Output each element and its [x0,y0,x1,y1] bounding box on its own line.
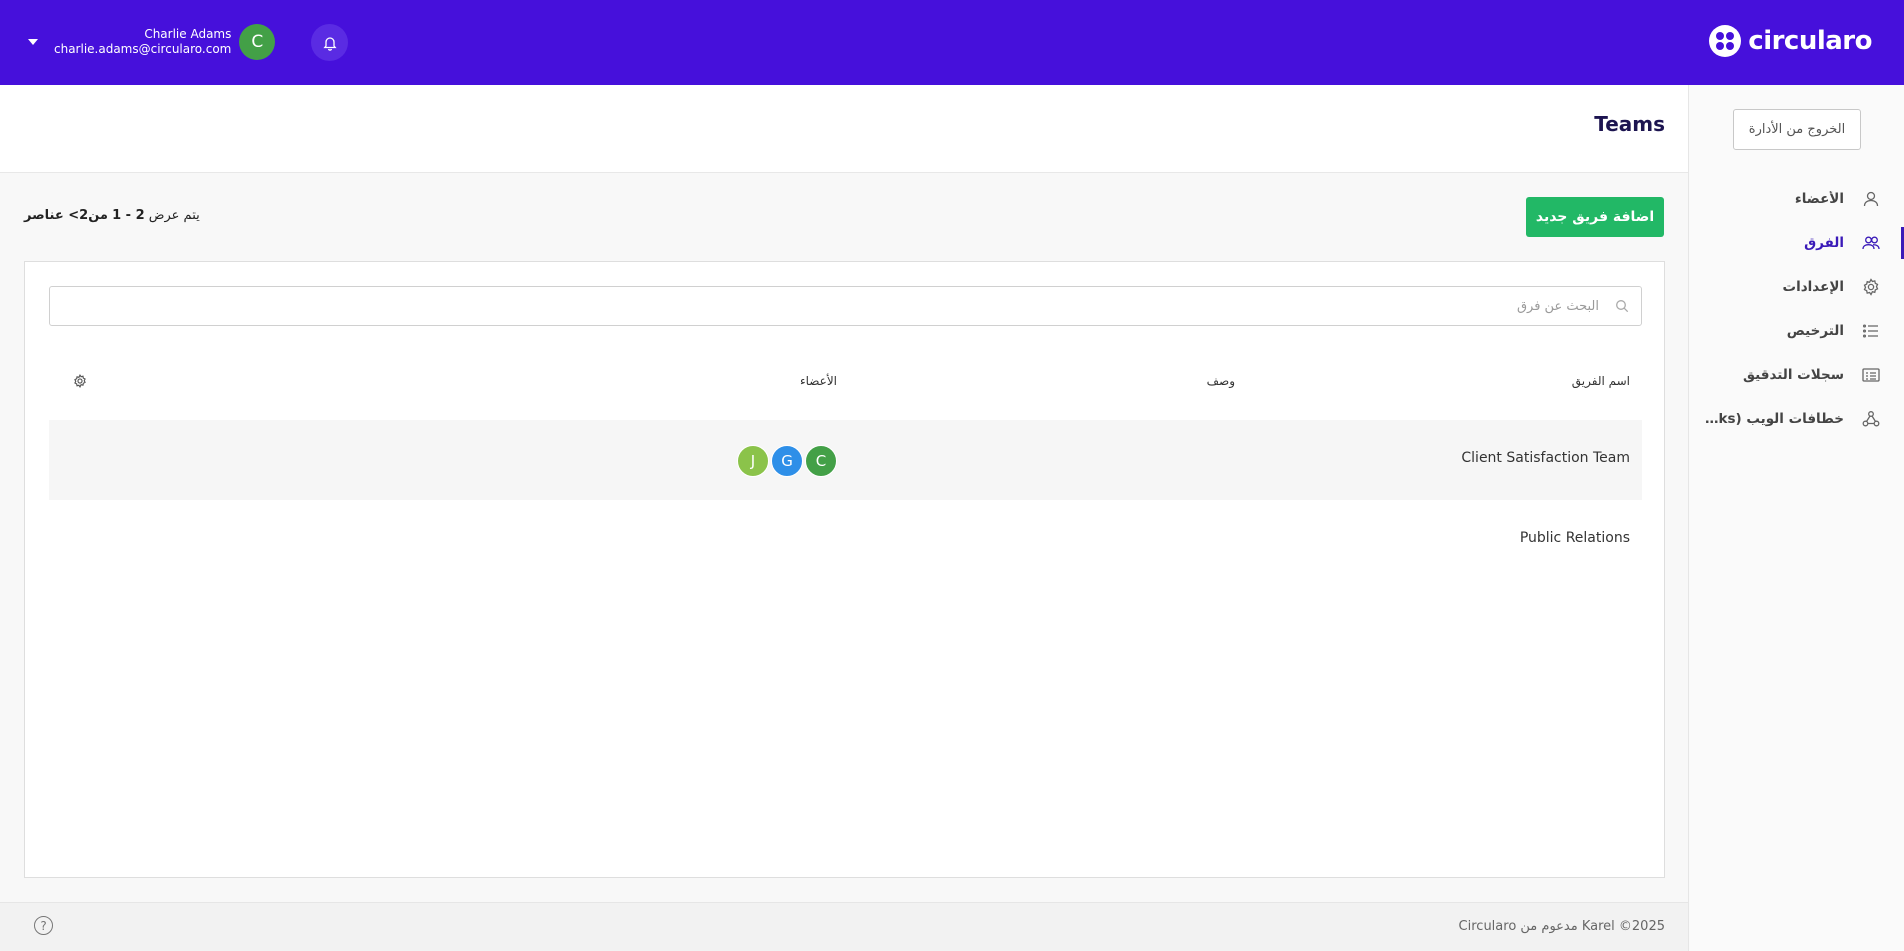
sidebar-item-label: الإعدادات [1782,279,1844,295]
count-of: من [88,208,108,223]
table-row[interactable]: Client Satisfaction Team C G J [49,420,1642,500]
webhook-icon [1862,411,1880,427]
search-input[interactable] [101,287,1601,325]
top-bar: circularo Charlie Adams charlie.adams@ci… [0,0,1904,85]
sidebar: الخروج من الأدارة الأعضاء الفرق الإعدادا… [1688,85,1904,951]
add-team-button[interactable]: اضافة فريق جديد [1526,197,1664,237]
search-icon [1616,300,1629,313]
footer-copyright: Circularo مدعوم من Karel ©2025 [1458,919,1665,934]
user-avatar[interactable]: C [239,24,276,60]
page-title: Teams [1594,112,1665,136]
sidebar-item-license[interactable]: الترخيص [1688,309,1904,353]
page-header: Teams [0,85,1688,173]
list-icon [1862,324,1878,338]
help-icon[interactable]: ? [34,916,53,935]
sidebar-item-audit-logs[interactable]: سجلات التدقيق [1688,353,1904,397]
sidebar-item-teams[interactable]: الفرق [1688,221,1904,265]
search-box[interactable] [49,286,1642,326]
count-total: 2 [79,208,89,223]
sidebar-item-settings[interactable]: الإعدادات [1688,265,1904,309]
column-header-description[interactable]: وصف [1207,374,1235,388]
users-icon [1862,236,1880,250]
table-header: اسم الفريق وصف الأعضاء [49,362,1642,402]
sidebar-item-label: خطافات الويب (Webhooks) [1704,411,1844,427]
log-icon [1862,368,1880,382]
user-name: Charlie Adams [144,27,232,41]
column-settings-icon[interactable] [73,374,87,388]
brand-name: circularo [1748,26,1872,56]
footer: Circularo مدعوم من Karel ©2025 ? [0,902,1688,951]
sidebar-nav: الأعضاء الفرق الإعدادات الترخيص سجلات ال… [1688,177,1904,441]
count-suffix: > عناصر [24,208,80,223]
pagination-summary: يتم عرض 2 - 1 من2> عناصر [24,208,200,223]
user-info: Charlie Adams charlie.adams@circularo.co… [54,27,231,57]
sidebar-item-label: الترخيص [1786,323,1844,339]
table-row[interactable]: Public Relations [49,500,1642,580]
bell-icon [322,36,337,51]
member-avatars: C G J [737,445,837,477]
gear-icon [1863,278,1879,296]
sidebar-item-webhooks[interactable]: خطافات الويب (Webhooks) [1688,397,1904,441]
member-avatar[interactable]: G [771,445,803,477]
team-name: Client Satisfaction Team [1461,450,1630,466]
teams-panel: اسم الفريق وصف الأعضاء Client Satisfacti… [24,261,1665,878]
column-header-name[interactable]: اسم الفريق [1572,374,1630,388]
user-icon [1863,191,1879,207]
chevron-down-icon[interactable] [28,39,38,45]
circularo-logo-icon [1709,25,1742,57]
notifications-button[interactable] [311,24,348,61]
sidebar-item-label: الفرق [1804,235,1844,251]
brand-logo[interactable]: circularo [1708,24,1872,58]
user-menu[interactable]: Charlie Adams charlie.adams@circularo.co… [28,24,276,60]
count-prefix: يتم عرض [148,208,200,223]
sidebar-item-label: الأعضاء [1794,191,1844,207]
team-name: Public Relations [1519,530,1630,546]
sidebar-item-members[interactable]: الأعضاء [1688,177,1904,221]
sidebar-item-label: سجلات التدقيق [1742,367,1844,383]
member-avatar[interactable]: J [737,445,769,477]
member-avatar[interactable]: C [805,445,837,477]
count-range: 2 - 1 [112,208,145,223]
column-header-members[interactable]: الأعضاء [800,374,837,388]
exit-admin-button[interactable]: الخروج من الأدارة [1733,109,1861,150]
user-email: charlie.adams@circularo.com [54,42,232,56]
